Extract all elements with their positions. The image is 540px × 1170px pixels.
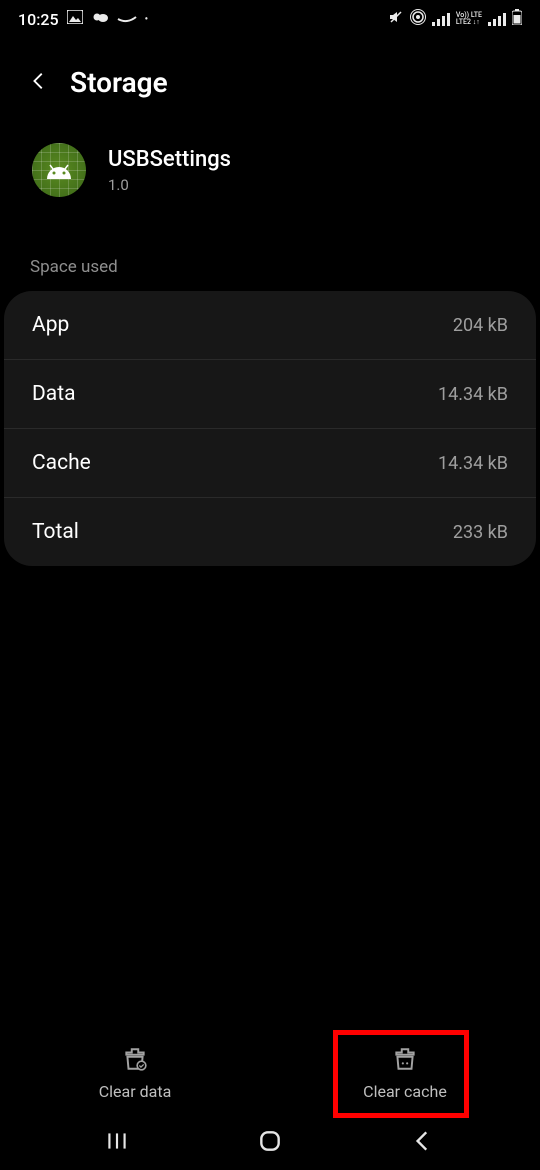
recents-icon: [104, 1128, 130, 1154]
row-label: Cache: [32, 451, 91, 475]
nav-recents-button[interactable]: [104, 1128, 130, 1158]
row-app: App 204 kB: [4, 291, 536, 360]
row-total: Total 233 kB: [4, 498, 536, 566]
row-cache: Cache 14.34 kB: [4, 429, 536, 498]
storage-card: App 204 kB Data 14.34 kB Cache 14.34 kB …: [4, 291, 536, 566]
dot-icon: •: [145, 14, 149, 25]
row-label: Total: [32, 520, 79, 544]
clear-cache-icon: [392, 1046, 418, 1072]
row-value: 204 kB: [453, 315, 508, 336]
app-info-row: USBSettings 1.0: [0, 119, 540, 207]
row-label: App: [32, 313, 69, 337]
row-label: Data: [32, 382, 76, 406]
status-bar: 10:25 • Vo)) LTE LTE2 ↓↑: [0, 0, 540, 38]
section-label-space-used: Space used: [0, 207, 540, 291]
row-value: 14.34 kB: [438, 453, 508, 474]
nav-home-button[interactable]: [257, 1128, 283, 1158]
chevron-left-icon: [28, 70, 50, 92]
bottom-actions: Clear data Clear cache: [0, 1032, 540, 1115]
action-label: Clear cache: [363, 1082, 447, 1101]
battery-icon: [512, 9, 522, 29]
nav-back-button[interactable]: [410, 1128, 436, 1158]
back-icon: [410, 1128, 436, 1154]
swoosh-icon: [117, 10, 137, 28]
app-icon: [32, 143, 86, 197]
action-label: Clear data: [99, 1082, 172, 1101]
mute-icon: [388, 9, 404, 29]
app-name: USBSettings: [108, 147, 231, 172]
lte-indicator: Vo)) LTE LTE2 ↓↑: [456, 12, 482, 26]
back-button[interactable]: [28, 70, 50, 96]
clear-cache-button[interactable]: Clear cache: [270, 1032, 540, 1115]
row-value: 14.34 kB: [438, 384, 508, 405]
status-time: 10:25: [18, 10, 59, 29]
signal-bars-1-icon: [432, 13, 450, 26]
clear-data-button[interactable]: Clear data: [0, 1032, 270, 1115]
android-head-icon: [44, 161, 74, 179]
page-header: Storage: [0, 38, 540, 119]
row-data: Data 14.34 kB: [4, 360, 536, 429]
navigation-bar: [0, 1115, 540, 1170]
hotspot-icon: [410, 9, 426, 29]
clear-data-icon: [122, 1046, 148, 1072]
app-version: 1.0: [108, 176, 231, 194]
signal-bars-2-icon: [488, 13, 506, 26]
row-value: 233 kB: [453, 522, 508, 543]
home-icon: [257, 1128, 283, 1154]
page-title: Storage: [70, 66, 168, 99]
gallery-icon: [67, 10, 83, 28]
weather-icon: [91, 10, 109, 28]
